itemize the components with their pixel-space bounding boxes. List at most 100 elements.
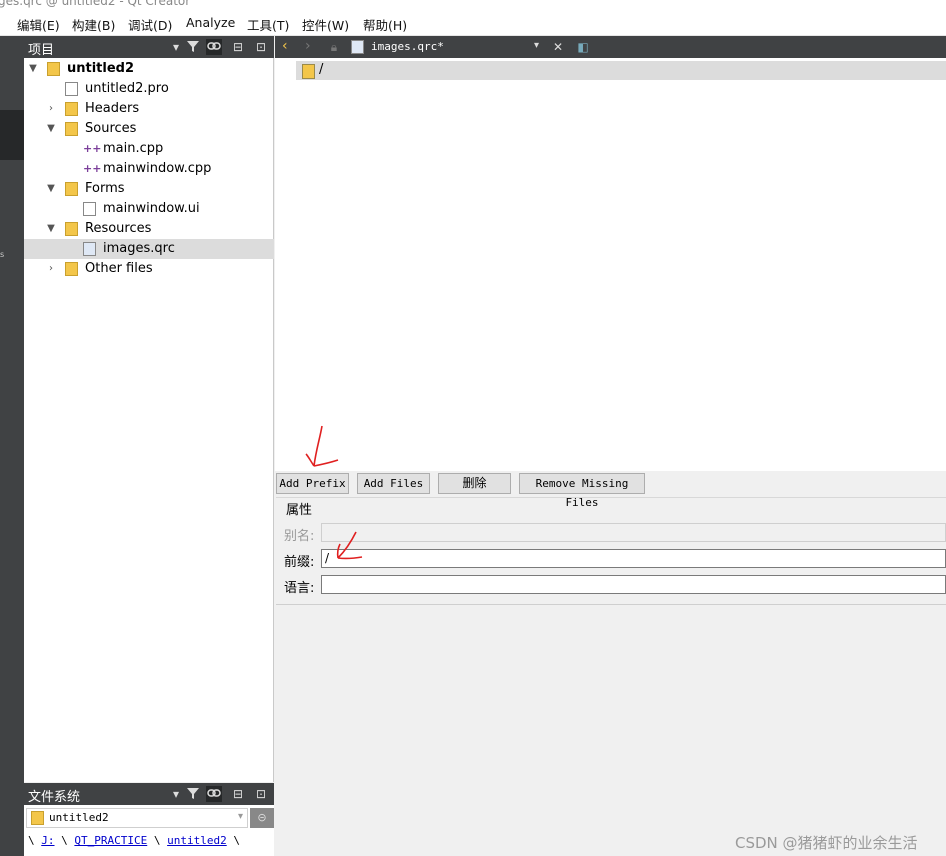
tree-item-mainwindow-cpp[interactable]: ++ mainwindow.cpp (24, 159, 274, 179)
chevron-right-icon[interactable]: › (45, 259, 57, 279)
chevron-down-icon[interactable]: ▼ (45, 179, 57, 199)
breadcrumb-separator: \ (28, 834, 35, 847)
tree-item-other-files[interactable]: › Other files (24, 259, 274, 279)
resource-prefix-row[interactable]: / (296, 61, 946, 80)
menu-analyze[interactable]: Analyze (186, 15, 235, 30)
split-icon[interactable]: ⊟ (230, 39, 246, 55)
chevron-down-icon[interactable]: ▾ (534, 40, 539, 51)
tree-item-label: mainwindow.ui (103, 201, 200, 216)
tree-item-resources[interactable]: ▼ Resources (24, 219, 274, 239)
lock-icon[interactable]: 🔒︎ (326, 39, 342, 55)
add-files-button[interactable]: Add Files (357, 473, 430, 494)
qrc-file-icon (83, 242, 96, 256)
forward-arrow-icon[interactable]: › (305, 38, 311, 54)
tree-item-label: Forms (85, 181, 125, 196)
qt-project-icon (47, 62, 60, 76)
menu-debug[interactable]: 调试(D) (128, 15, 172, 34)
close-pane-icon[interactable]: ⊡ (253, 39, 269, 55)
breadcrumb-separator: \ (61, 834, 68, 847)
project-pane-title: 项目 (28, 43, 55, 58)
prefix-field[interactable]: / (321, 549, 946, 568)
breadcrumb-separator: \ (153, 834, 161, 847)
breadcrumb-project[interactable]: untitled2 (167, 834, 227, 847)
breadcrumb-separator: \ (233, 834, 240, 847)
headers-folder-icon (65, 102, 78, 116)
menu-tools[interactable]: 工具(T) (247, 15, 289, 34)
delete-button[interactable]: 删除 (438, 473, 511, 494)
tree-item-label: Resources (85, 221, 152, 236)
tree-item-main-cpp[interactable]: ++ main.cpp (24, 139, 274, 159)
menu-build[interactable]: 构建(B) (72, 15, 115, 34)
tree-item-label: Headers (85, 101, 140, 116)
tree-item-images-qrc[interactable]: images.qrc (24, 239, 274, 259)
chevron-down-icon[interactable]: ▼ (45, 119, 57, 139)
link-icon[interactable] (206, 786, 222, 802)
sync-link-button[interactable]: ⊝ (250, 808, 274, 828)
tree-item-headers[interactable]: › Headers (24, 99, 274, 119)
annotation-arrow-icon (336, 531, 363, 560)
tree-item-pro-file[interactable]: untitled2.pro (24, 79, 274, 99)
menu-edit[interactable]: 编辑(E) (17, 15, 60, 34)
tree-item-label: Other files (85, 261, 153, 276)
filesystem-pane-title: 文件系统 (28, 790, 81, 805)
cpp-file-icon: ++ (83, 142, 102, 155)
mode-sidebar: s (0, 36, 24, 856)
forms-folder-icon (65, 182, 78, 196)
open-file-name[interactable]: images.qrc* (371, 40, 444, 53)
breadcrumb-drive[interactable]: J: (41, 834, 54, 847)
link-icon[interactable] (206, 39, 222, 55)
alias-label: 别名: (284, 529, 315, 544)
ui-file-icon (83, 202, 96, 216)
qrc-file-icon (351, 40, 364, 54)
project-tree: ▼ untitled2 untitled2.pro › Headers ▼ So… (24, 58, 274, 782)
editor-toolbar: ‹ › 🔒︎ images.qrc* ▾ ✕ ◧ (275, 36, 946, 58)
properties-title: 属性 (286, 503, 313, 518)
other-files-folder-icon (65, 262, 78, 276)
resource-editor (275, 58, 946, 471)
combo-value: untitled2 (49, 811, 109, 824)
resource-prefix-label: / (319, 62, 324, 77)
qt-project-icon (31, 811, 44, 825)
tree-item-mainwindow-ui[interactable]: mainwindow.ui (24, 199, 274, 219)
chevron-down-icon: ▾ (237, 811, 243, 822)
chevron-down-icon[interactable]: ▼ (27, 59, 39, 79)
watermark-text: CSDN @猪猪虾的业余生活 (735, 834, 918, 852)
mode-edit-selected[interactable] (0, 110, 24, 160)
chevron-right-icon[interactable]: › (45, 99, 57, 119)
split-editor-icon[interactable]: ◧ (575, 39, 591, 55)
sources-folder-icon (65, 122, 78, 136)
mode-bar-marker: s (0, 250, 5, 259)
project-pane-header: 项目 ▾ ⊟ ⊡ (24, 36, 274, 58)
menu-bar: 编辑(E) 构建(B) 调试(D) Analyze 工具(T) 控件(W) 帮助… (0, 11, 946, 36)
menu-controls[interactable]: 控件(W) (302, 15, 349, 34)
resources-folder-icon (65, 222, 78, 236)
menu-help[interactable]: 帮助(H) (363, 15, 407, 34)
tree-item-sources[interactable]: ▼ Sources (24, 119, 274, 139)
tree-item-label: images.qrc (103, 241, 175, 256)
split-icon[interactable]: ⊟ (230, 786, 246, 802)
add-prefix-button[interactable]: Add Prefix (276, 473, 349, 494)
remove-missing-files-button[interactable]: Remove Missing Files (519, 473, 645, 509)
back-arrow-icon[interactable]: ‹ (282, 38, 288, 54)
chevron-down-icon[interactable]: ▾ (168, 786, 184, 802)
breadcrumb-folder[interactable]: QT_PRACTICE (74, 834, 147, 847)
filesystem-pane-header: 文件系统 ▾ ⊟ ⊡ (24, 783, 274, 805)
filter-icon[interactable] (185, 786, 201, 802)
tree-item-project[interactable]: ▼ untitled2 (24, 59, 274, 79)
tree-item-label: Sources (85, 121, 137, 136)
tree-item-forms[interactable]: ▼ Forms (24, 179, 274, 199)
filesystem-root-combo[interactable]: untitled2 ▾ (26, 808, 248, 828)
prefix-lock-icon (302, 64, 315, 79)
cpp-file-icon: ++ (83, 162, 102, 175)
annotation-arrow-icon (305, 425, 339, 467)
filter-icon[interactable] (185, 39, 201, 55)
tree-item-label: main.cpp (103, 141, 164, 156)
close-icon[interactable]: ✕ (550, 39, 566, 55)
window-title: ges.qrc @ untitled2 - Qt Creator (0, 0, 191, 8)
chevron-down-icon[interactable]: ▼ (45, 219, 57, 239)
language-field[interactable] (321, 575, 946, 594)
chevron-down-icon[interactable]: ▾ (168, 39, 184, 55)
tree-item-label: untitled2 (67, 61, 135, 76)
alias-field[interactable] (321, 523, 946, 542)
close-pane-icon[interactable]: ⊡ (253, 786, 269, 802)
